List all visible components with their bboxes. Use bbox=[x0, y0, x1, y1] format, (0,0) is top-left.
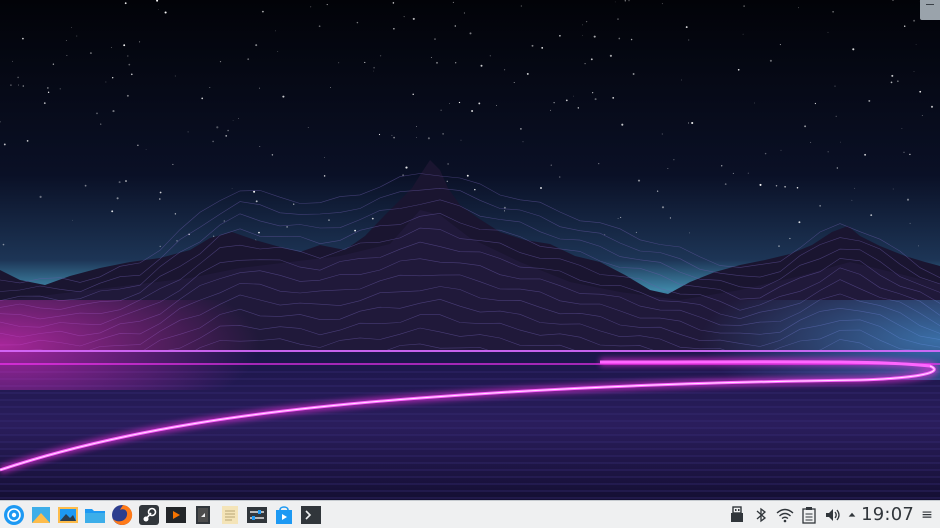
usb-device-icon[interactable] bbox=[725, 503, 749, 527]
terminal-icon[interactable] bbox=[298, 502, 324, 528]
steam-icon[interactable] bbox=[136, 502, 162, 528]
file-manager-icon[interactable] bbox=[82, 502, 108, 528]
discover-store-icon[interactable] bbox=[271, 502, 297, 528]
system-settings-icon[interactable] bbox=[244, 502, 270, 528]
clipboard-icon[interactable] bbox=[797, 503, 821, 527]
firefox-icon[interactable] bbox=[109, 502, 135, 528]
taskbar-panel: 19:07 ≡ bbox=[0, 500, 940, 528]
desktop-toolbox-button[interactable] bbox=[920, 0, 940, 20]
wallpaper-image bbox=[0, 0, 940, 500]
system-tray: 19:07 ≡ bbox=[725, 501, 940, 528]
digital-clock[interactable]: 19:07 bbox=[861, 504, 914, 525]
desktop-wallpaper bbox=[0, 0, 940, 500]
image-viewer-icon[interactable] bbox=[55, 502, 81, 528]
panel-options-icon[interactable]: ≡ bbox=[918, 507, 936, 523]
notes-icon[interactable] bbox=[217, 502, 243, 528]
volume-icon[interactable] bbox=[821, 503, 845, 527]
kate-editor-icon[interactable] bbox=[28, 502, 54, 528]
wifi-icon[interactable] bbox=[773, 503, 797, 527]
document-viewer-icon[interactable] bbox=[190, 502, 216, 528]
bluetooth-icon[interactable] bbox=[749, 503, 773, 527]
media-player-icon[interactable] bbox=[163, 502, 189, 528]
expand-arrow-icon[interactable] bbox=[845, 503, 859, 527]
application-launcher-icon[interactable] bbox=[1, 502, 27, 528]
